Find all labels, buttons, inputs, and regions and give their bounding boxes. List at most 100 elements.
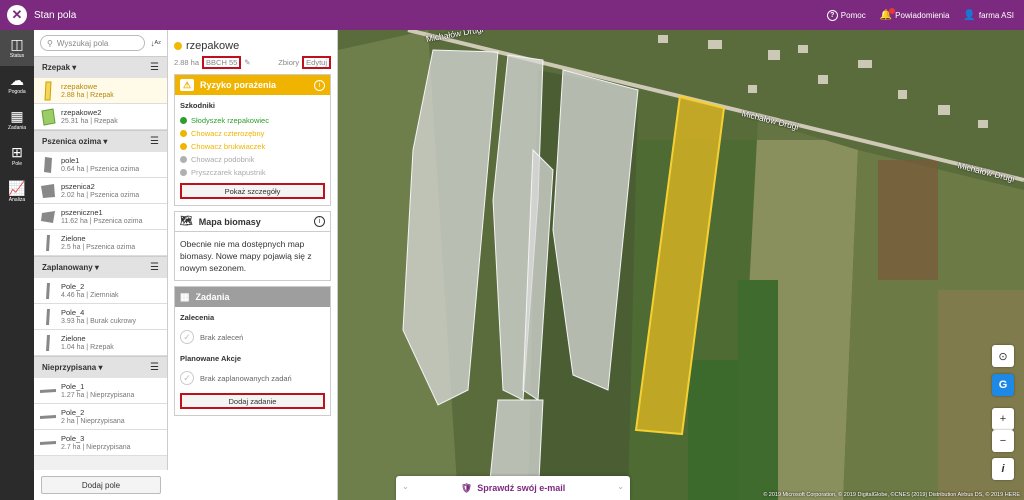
group-header-rzepak[interactable]: Rzepak ▾ ☰ [34,56,167,78]
group-menu-icon[interactable]: ☰ [150,62,159,73]
group-header-zaplanowany[interactable]: Zaplanowany ▾ ☰ [34,256,167,278]
tasks-card: ▦ Zadania Zalecenia ✓ Brak zaleceń Planow… [174,286,331,416]
field-thumbnail [40,381,56,401]
rail-field[interactable]: ⊞ Pole [0,138,34,174]
pencil-icon[interactable]: ✎ [244,58,250,67]
bbch-stage[interactable]: BBCH 55 [202,56,242,69]
crops-link[interactable]: Zbiory [278,58,299,67]
recommendations-empty: ✓ Brak zaleceń [180,326,325,348]
map-imagery [338,30,1024,500]
field-name: Zielone [61,333,86,343]
zoom-out-icon[interactable]: − [992,430,1014,452]
list-item[interactable]: Pole_4 3.93 ha | Burak cukrowy [34,304,167,330]
group-title: Nieprzypisana [42,363,97,372]
sort-icon[interactable]: ↓ᴬᶻ [151,39,162,48]
biomass-message: Obecnie nie ma dostępnych map biomasy. N… [180,239,312,273]
list-item[interactable]: Pole_1 1.27 ha | Nieprzypisana [34,378,167,404]
pest-item: Słodyszek rzepakowiec [180,114,325,127]
planned-actions-empty: ✓ Brak zaplanowanych zadań [180,367,325,389]
rail-tasks[interactable]: ▦ Zadania [0,102,34,138]
risk-card-header: ⚠ Ryzyko porażenia i [175,75,330,95]
rail-field-label: Pole [11,161,22,167]
pest-item: Pryszczarek kapustnik [180,166,325,179]
risk-card: ⚠ Ryzyko porażenia i Szkodniki Słodyszek… [174,74,331,206]
rail-weather[interactable]: ☁ Pogoda [0,66,34,102]
user-icon: 👤 [963,9,976,21]
field-name: pole1 [61,155,80,165]
add-field-button[interactable]: Dodaj pole [41,476,161,494]
x-logo-icon: ✕ [7,5,27,25]
group-menu-icon[interactable]: ☰ [150,362,159,373]
biomass-card-title: Mapa biomasy [198,216,261,227]
pest-name: Chowacz podobnik [191,155,255,164]
map-credits: © 2019 Microsoft Corporation, © 2019 Dig… [763,492,1020,498]
list-item[interactable]: Zielone 2.5 ha | Pszenica ozima [34,230,167,256]
chevron-down-icon[interactable]: ⌄ [617,482,624,491]
group-menu-icon[interactable]: ☰ [150,136,159,147]
list-item[interactable]: Pole_2 4.46 ha | Ziemniak [34,278,167,304]
field-thumbnail [40,333,56,353]
list-item[interactable]: Zielone 1.04 ha | Rzepak [34,330,167,356]
tasks-card-title: Zadania [195,292,230,302]
field-info: 2.7 ha | Nieprzypisana [61,443,131,451]
list-item[interactable]: pszenica2 2.02 ha | Pszenica ozima [34,178,167,204]
google-icon[interactable]: G [992,374,1014,396]
user-menu[interactable]: 👤 farma ASI [963,10,1014,21]
info-icon[interactable]: i [314,79,325,91]
risk-dot [180,156,187,163]
info-icon[interactable]: i [314,216,325,227]
locate-icon[interactable]: ⊙ [992,345,1014,367]
rail-status[interactable]: ◫ Status [0,30,34,66]
pest-item: Chowacz brukwiaczek [180,140,325,153]
biomass-card: 🗺 Mapa biomasy i Obecnie nie ma dostępny… [174,211,331,281]
list-item[interactable]: pszeniczne1 11.62 ha | Pszenica ozima [34,204,167,230]
list-item[interactable]: rzepakowe2 25.31 ha | Rzepak [34,104,167,130]
add-task-button[interactable]: Dodaj zadanie [180,393,325,409]
pest-item: Chowacz podobnik [180,153,325,166]
field-name: Pole_3 [61,433,85,443]
field-thumbnail [40,233,56,253]
list-item[interactable]: rzepakowe 2.88 ha | Rzepak [34,78,167,104]
show-details-button[interactable]: Pokaż szczegóły [180,183,325,199]
group-header-pszenica[interactable]: Pszenica ozima ▾ ☰ [34,130,167,152]
field-name: Pole_2 [61,407,85,417]
rail-analysis[interactable]: 📈 Analiza [0,174,34,210]
nav-rail: ◫ Status ☁ Pogoda ▦ Zadania ⊞ Pole 📈 Ana… [0,30,34,500]
pest-item: Chowacz czterozębny [180,127,325,140]
help-button[interactable]: ? Pomoc [826,9,866,21]
group-menu-icon[interactable]: ☰ [150,262,159,273]
field-name: pszenica2 [61,181,95,191]
edit-link[interactable]: Edytuj [302,56,331,69]
tasks-card-header: ▦ Zadania [175,287,330,307]
top-bar: ✕ Stan pola ? Pomoc 🔔 Powiadomienia 👤 fa… [0,0,1024,30]
help-icon: ? [826,9,838,21]
field-title: rzepakowe [186,40,240,52]
search-icon: ⚲ [47,38,53,48]
pest-name: Chowacz brukwiaczek [191,142,266,151]
field-info: 1.27 ha | Nieprzypisana [61,391,135,399]
search-input[interactable]: ⚲ Wyszukaj pola [40,35,145,51]
chevron-down-icon[interactable]: ⌄ [402,482,409,491]
field-name: Pole_2 [61,281,85,291]
zoom-in-icon[interactable]: + [992,408,1014,430]
notifications-button[interactable]: 🔔 Powiadomienia [880,7,949,21]
check-icon: ✓ [180,371,194,385]
planned-actions-empty-text: Brak zaplanowanych zadań [200,373,292,383]
list-item[interactable]: Pole_3 2.7 ha | Nieprzypisana [34,430,167,456]
list-item[interactable]: pole1 0.64 ha | Pszenica ozima [34,152,167,178]
field-info: 2.5 ha | Pszenica ozima [61,243,136,251]
field-thumbnail [40,155,56,175]
list-item[interactable]: Pole_2 2 ha | Nieprzypisana [34,404,167,430]
warning-icon: ⚠ [180,79,194,91]
info-icon[interactable]: i [992,458,1014,480]
check-email-banner[interactable]: ⌄ 🛡 Sprawdź swój e-mail ⌄ [396,476,630,500]
biomass-card-header: 🗺 Mapa biomasy i [175,212,330,232]
field-name: rzepakowe2 [61,107,102,117]
rail-status-label: Status [9,53,25,59]
group-header-nieprzypisana[interactable]: Nieprzypisana ▾ ☰ [34,356,167,378]
pests-section-title: Szkodniki [180,101,216,110]
status-icon: ◫ [10,36,24,52]
app-logo[interactable]: ✕ [0,0,34,30]
risk-dot [180,169,187,176]
satellite-map[interactable]: Michałów Drugi Michałów Drugi Michałów D… [338,30,1024,500]
